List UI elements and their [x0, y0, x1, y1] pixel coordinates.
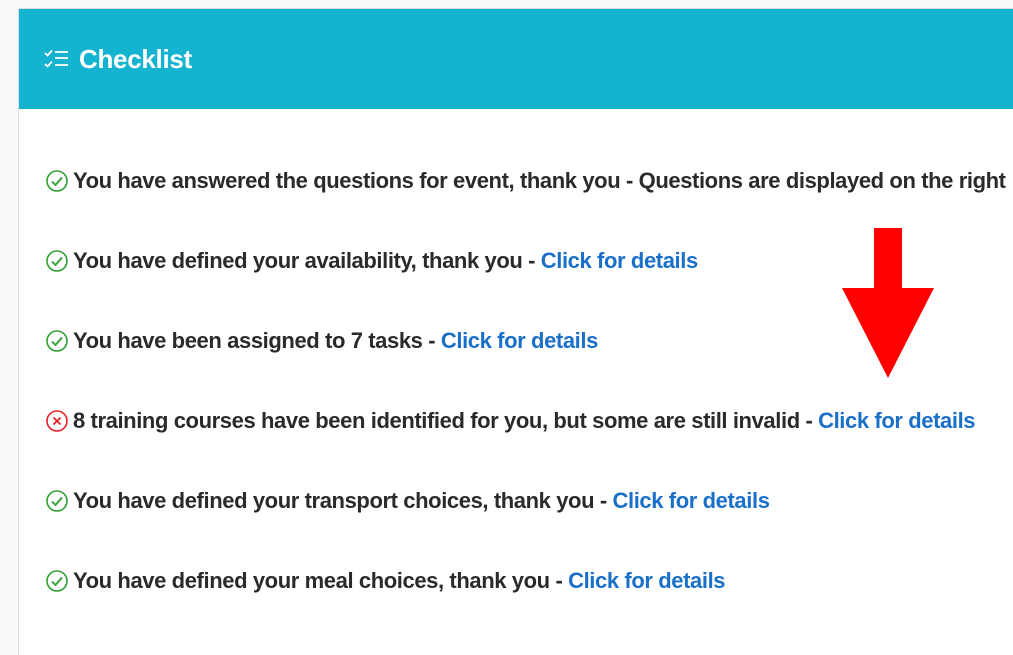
training-details-link[interactable]: Click for details	[818, 408, 975, 434]
check-circle-icon	[45, 569, 69, 593]
check-circle-icon	[45, 169, 69, 193]
meal-details-link[interactable]: Click for details	[568, 568, 725, 594]
item-text: You have defined your availability, than…	[73, 248, 523, 273]
item-separator: -	[522, 248, 541, 273]
checklist-item-meal: You have defined your meal choices, than…	[45, 561, 1013, 601]
item-separator: -	[799, 408, 819, 433]
item-separator: -	[620, 168, 639, 193]
item-separator: -	[549, 568, 569, 593]
panel-title: Checklist	[79, 43, 192, 74]
check-circle-icon	[45, 329, 69, 353]
x-circle-icon	[45, 409, 69, 433]
red-arrow-icon	[842, 228, 934, 378]
tasks-details-link[interactable]: Click for details	[441, 328, 598, 354]
item-text: You have defined your meal choices, than…	[73, 568, 550, 593]
item-text: 8 training courses have been identified …	[73, 408, 800, 433]
item-separator: -	[594, 488, 613, 513]
item-suffix: Questions are displayed on the right	[638, 168, 1006, 193]
page: Checklist You have answered the question…	[0, 0, 1013, 655]
checklist-icon	[43, 46, 69, 72]
item-separator: -	[422, 328, 441, 353]
transport-details-link[interactable]: Click for details	[613, 488, 770, 514]
item-text: You have been assigned to 7 tasks	[73, 328, 423, 353]
panel-header: Checklist	[19, 9, 1013, 109]
checklist-item-training: 8 training courses have been identified …	[45, 401, 1013, 441]
check-circle-icon	[45, 489, 69, 513]
checklist-item-transport: You have defined your transport choices,…	[45, 481, 1013, 521]
check-circle-icon	[45, 249, 69, 273]
item-text: You have answered the questions for even…	[73, 168, 621, 193]
item-text: You have defined your transport choices,…	[73, 488, 595, 513]
availability-details-link[interactable]: Click for details	[541, 248, 698, 274]
checklist-item-questions: You have answered the questions for even…	[45, 161, 1013, 201]
